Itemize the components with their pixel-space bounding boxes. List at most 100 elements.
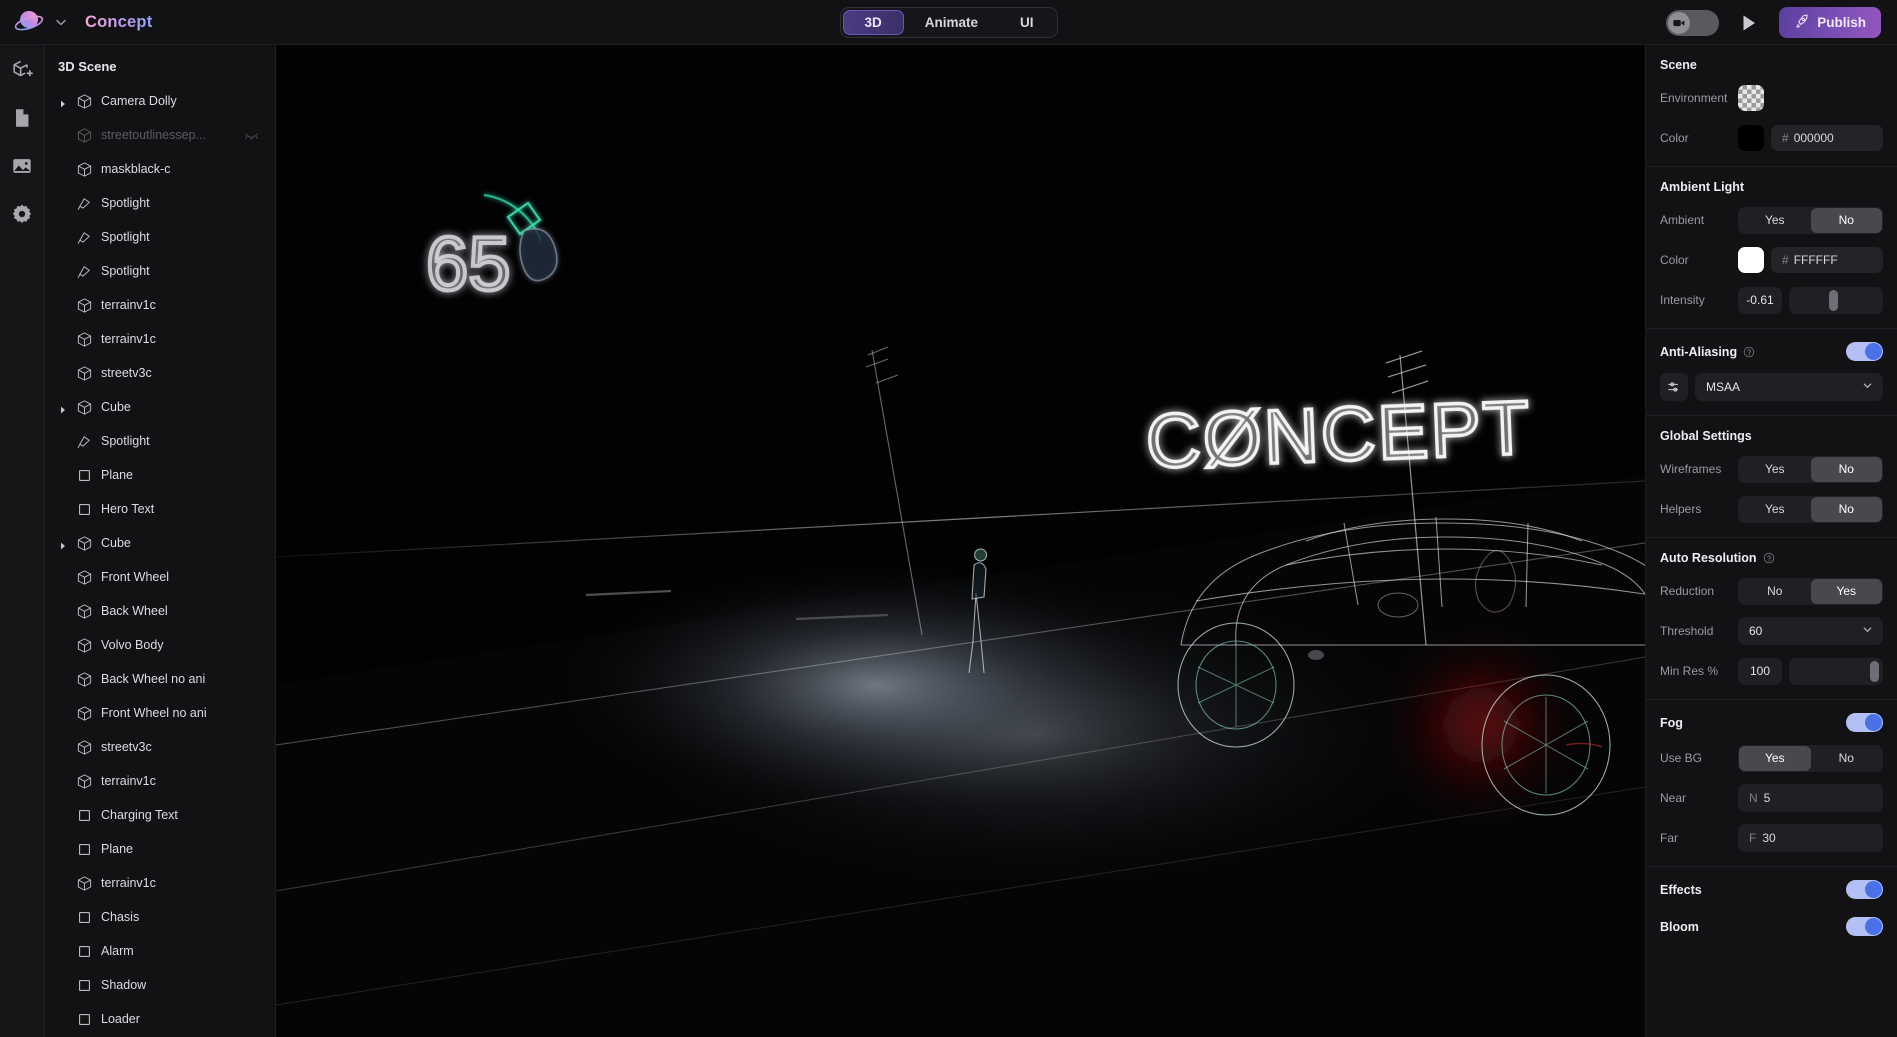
publish-button[interactable]: Publish — [1779, 7, 1881, 38]
layer-label: Plane — [101, 842, 133, 856]
layer-row[interactable]: Back Wheel — [45, 594, 275, 628]
fog-near-input[interactable]: N 5 — [1738, 784, 1883, 812]
tab-ui[interactable]: UI — [999, 10, 1055, 35]
cube-icon — [76, 399, 93, 416]
layer-list[interactable]: Camera Dolly streetoutlinessep... maskblac… — [45, 84, 275, 1036]
cube-icon — [76, 127, 93, 144]
helpers-segmented[interactable]: Yes No — [1738, 495, 1883, 523]
eye-off-icon[interactable] — [244, 128, 259, 143]
layer-row[interactable]: Front Wheel — [45, 560, 275, 594]
reduction-option-yes[interactable]: Yes — [1810, 578, 1882, 604]
layer-row[interactable]: terrainv1c — [45, 322, 275, 356]
wireframes-option-yes[interactable]: Yes — [1739, 457, 1811, 482]
min-res-slider[interactable] — [1789, 657, 1883, 685]
tab-3d[interactable]: 3D — [842, 10, 904, 35]
intensity-slider[interactable] — [1789, 286, 1883, 314]
layer-label: Front Wheel — [101, 570, 170, 584]
layer-row[interactable]: terrainv1c — [45, 764, 275, 798]
layers-panel: 3D Scene Camera Dolly streetoutlinessep..… — [45, 45, 276, 1037]
image-icon[interactable] — [11, 155, 33, 177]
plane-icon — [76, 909, 93, 926]
reduction-segmented[interactable]: No Yes — [1738, 577, 1883, 605]
bloom-toggle[interactable] — [1846, 917, 1883, 936]
plane-icon — [76, 943, 93, 960]
ambient-color-swatch[interactable] — [1738, 247, 1764, 273]
layer-row[interactable]: streetv3c — [45, 730, 275, 764]
page-icon[interactable] — [11, 107, 33, 129]
fog-toggle[interactable] — [1846, 713, 1883, 732]
layer-row[interactable]: Hero Text — [45, 492, 275, 526]
wireframes-option-no[interactable]: No — [1810, 456, 1882, 482]
add-object-icon[interactable] — [11, 59, 33, 81]
helpers-option-no[interactable]: No — [1810, 496, 1882, 522]
wireframes-segmented[interactable]: Yes No — [1738, 455, 1883, 483]
layer-row[interactable]: streetoutlinessep... — [45, 118, 275, 152]
layer-row[interactable]: Spotlight — [45, 424, 275, 458]
ambient-option-yes[interactable]: Yes — [1739, 208, 1811, 233]
reduction-option-no[interactable]: No — [1739, 579, 1811, 604]
use-bg-option-no[interactable]: No — [1811, 746, 1883, 771]
layer-row[interactable]: Cube — [45, 526, 275, 560]
layer-row[interactable]: Alarm — [45, 934, 275, 968]
layer-row[interactable]: Spotlight — [45, 220, 275, 254]
camera-toggle[interactable] — [1666, 9, 1720, 36]
ambient-segmented[interactable]: Yes No — [1738, 206, 1883, 234]
layer-row[interactable]: maskblack-c — [45, 152, 275, 186]
min-res-slider-thumb[interactable] — [1869, 660, 1879, 682]
layer-row[interactable]: Loader — [45, 1002, 275, 1036]
layer-row[interactable]: Shadow — [45, 968, 275, 1002]
layer-row[interactable]: Plane — [45, 832, 275, 866]
section-global-settings: Global Settings Wireframes Yes No Helper… — [1646, 416, 1897, 538]
layer-row[interactable]: Chasis — [45, 900, 275, 934]
row-use-bg: Use BG Yes No — [1660, 744, 1883, 772]
section-ambient-light: Ambient Light Ambient Yes No Color # FFF… — [1646, 167, 1897, 329]
ambient-option-no[interactable]: No — [1810, 207, 1882, 233]
layer-row[interactable]: Volvo Body — [45, 628, 275, 662]
layer-row[interactable]: Front Wheel no ani — [45, 696, 275, 730]
environment-swatch[interactable] — [1738, 85, 1764, 111]
layer-row[interactable]: terrainv1c — [45, 866, 275, 900]
threshold-value: 60 — [1749, 624, 1763, 638]
aa-mode-dropdown[interactable]: MSAA — [1695, 373, 1883, 401]
help-circle-icon[interactable] — [1763, 552, 1775, 564]
disclosure-triangle-icon[interactable] — [58, 96, 68, 108]
viewport-3d[interactable]: 65 CØNCEPT — [276, 45, 1645, 1037]
layer-row[interactable]: Spotlight — [45, 186, 275, 220]
plane-icon — [76, 1011, 93, 1028]
play-button[interactable] — [1741, 14, 1757, 32]
layer-row[interactable]: terrainv1c — [45, 288, 275, 322]
ambient-color-input[interactable]: # FFFFFF — [1771, 247, 1883, 273]
helpers-option-yes[interactable]: Yes — [1739, 497, 1811, 522]
spotlight-icon — [76, 263, 93, 280]
intensity-slider-thumb[interactable] — [1828, 289, 1838, 311]
disclosure-triangle-icon[interactable] — [58, 538, 68, 550]
layer-label: streetoutlinessep... — [101, 128, 206, 142]
layer-row[interactable]: Plane — [45, 458, 275, 492]
gear-icon[interactable] — [11, 203, 33, 225]
use-bg-segmented[interactable]: Yes No — [1738, 744, 1883, 772]
label-ambient: Ambient — [1660, 213, 1705, 227]
tab-animate[interactable]: Animate — [904, 10, 999, 35]
use-bg-option-yes[interactable]: Yes — [1739, 745, 1811, 771]
help-circle-icon[interactable] — [1743, 346, 1755, 358]
disclosure-triangle-icon[interactable] — [58, 402, 68, 414]
section-title-anti-aliasing: Anti-Aliasing — [1660, 344, 1738, 359]
layer-row[interactable]: Back Wheel no ani — [45, 662, 275, 696]
intensity-value[interactable]: -0.61 — [1738, 286, 1782, 314]
anti-aliasing-toggle[interactable] — [1846, 342, 1883, 361]
chevron-down-icon[interactable] — [54, 15, 68, 29]
sliders-icon[interactable] — [1660, 373, 1688, 401]
fog-far-input[interactable]: F 30 — [1738, 824, 1883, 852]
threshold-dropdown[interactable]: 60 — [1738, 617, 1883, 645]
layer-row[interactable]: streetv3c — [45, 356, 275, 390]
layer-row[interactable]: Charging Text — [45, 798, 275, 832]
row-wireframes: Wireframes Yes No — [1660, 455, 1883, 483]
layer-row[interactable]: Spotlight — [45, 254, 275, 288]
planet-logo-icon[interactable] — [13, 6, 45, 38]
layer-row[interactable]: Cube — [45, 390, 275, 424]
effects-toggle[interactable] — [1846, 880, 1883, 899]
min-res-value[interactable]: 100 — [1738, 657, 1782, 685]
layer-row[interactable]: Camera Dolly — [45, 84, 275, 118]
scene-color-input[interactable]: # 000000 — [1771, 125, 1883, 151]
scene-color-swatch[interactable] — [1738, 125, 1764, 151]
